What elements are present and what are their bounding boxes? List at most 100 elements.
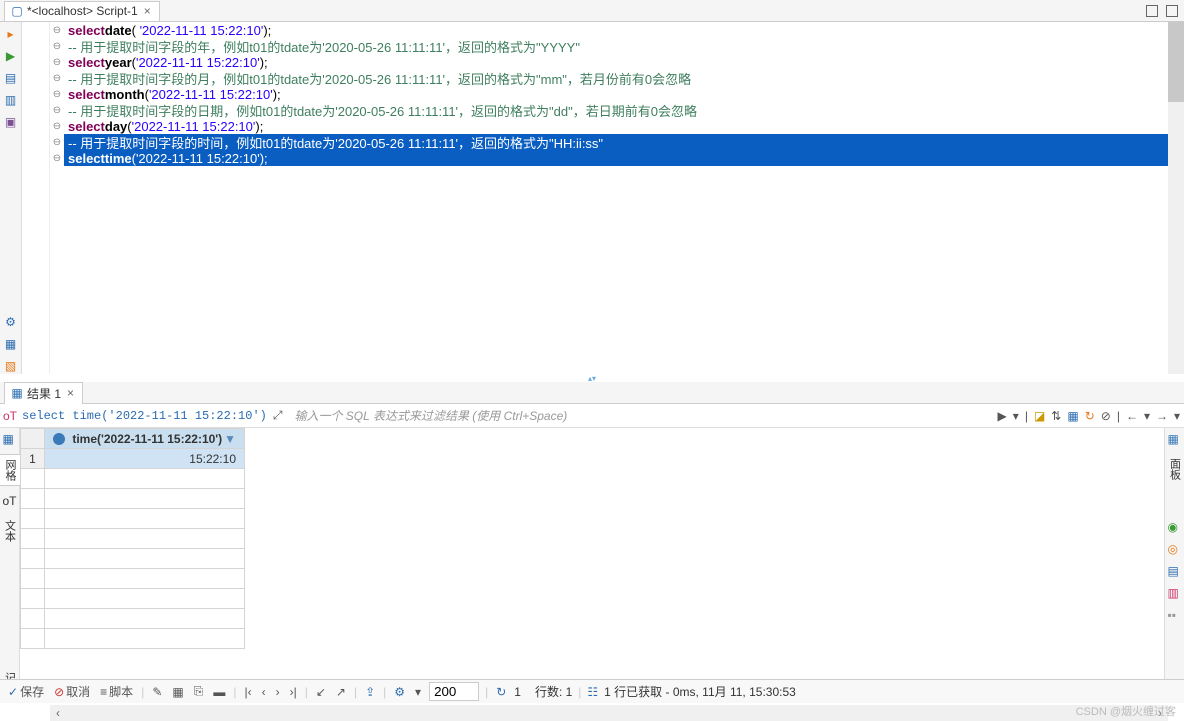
- plan-icon[interactable]: ▥: [3, 92, 19, 108]
- link-icon[interactable]: ▦: [3, 336, 19, 352]
- status-bar: ✓保存 ⊘取消 ≡脚本 | ✎ ▦ ⎘ ▬ | |‹ ‹ › ›| | ↙ ↗ …: [0, 679, 1184, 703]
- window-controls: [1146, 5, 1184, 17]
- text-vtab[interactable]: 文本: [0, 516, 20, 546]
- cancel-button[interactable]: ⊘取消: [52, 683, 92, 700]
- copy-icon[interactable]: ⎘: [192, 684, 206, 699]
- sash-handle[interactable]: ▴▾: [0, 374, 1184, 382]
- results-body: ▦ 网格 oT 文本 记录 time('2022-11-11 15:22:10'…: [0, 428, 1184, 698]
- minimize-icon[interactable]: [1146, 5, 1158, 17]
- next-page-icon[interactable]: ›: [274, 685, 282, 699]
- fold-marker[interactable]: ⊖: [50, 86, 64, 102]
- tab-title: *<localhost> Script-1: [27, 4, 138, 18]
- forward-icon[interactable]: →: [1156, 409, 1168, 423]
- settings-icon[interactable]: ⚙: [392, 685, 407, 699]
- watermark: CSDN @烟火缠过客: [1076, 703, 1176, 719]
- data-cell[interactable]: 15:22:10: [45, 449, 245, 469]
- left-vertical-tabs: ▦ 网格 oT 文本 记录: [0, 428, 20, 698]
- panels-icon[interactable]: ▦: [1168, 432, 1182, 446]
- info-icon: ☷: [587, 685, 598, 699]
- filter-toggle-icon[interactable]: ◪: [1034, 409, 1045, 423]
- commit-icon[interactable]: ▣: [3, 114, 19, 130]
- dropdown-icon[interactable]: ▾: [1013, 409, 1019, 423]
- fold-marker[interactable]: ⊖: [50, 134, 64, 150]
- save-button[interactable]: ✓保存: [6, 683, 46, 700]
- grid-icon[interactable]: ▦: [170, 685, 185, 699]
- page-size-input[interactable]: [429, 682, 479, 701]
- close-icon[interactable]: ×: [142, 4, 153, 18]
- dropdown-icon[interactable]: ▾: [1144, 409, 1150, 423]
- right-vertical-tabs: ▦ 面板 ◉ ◎ ▤ ▥ ▪▪: [1164, 428, 1184, 698]
- line-gutter: [22, 22, 50, 374]
- sql-icon: oT: [4, 410, 16, 422]
- refresh-icon[interactable]: ↻: [494, 685, 508, 699]
- results-grid[interactable]: time('2022-11-11 15:22:10') ▼ 1 15:22:10: [20, 428, 1164, 698]
- edit-icon[interactable]: ✎: [150, 685, 164, 699]
- execute-script-icon[interactable]: ▶: [3, 48, 19, 64]
- scroll-left-icon[interactable]: ‹: [50, 706, 66, 720]
- panels-vtab[interactable]: 面板: [1165, 454, 1184, 484]
- refresh-icon[interactable]: ↻: [1085, 409, 1095, 423]
- fold-marker[interactable]: ⊖: [50, 118, 64, 134]
- pin-icon[interactable]: ⊘: [1101, 409, 1111, 423]
- text-view-icon[interactable]: oT: [3, 494, 17, 508]
- grid-vtab[interactable]: 网格: [0, 454, 20, 486]
- fold-marker[interactable]: ⊖: [50, 150, 64, 166]
- db-icon[interactable]: ▧: [3, 358, 19, 374]
- grid-icon: ▦: [11, 387, 23, 399]
- execute-icon[interactable]: ▸: [3, 26, 19, 42]
- rows-label: 行数: 1: [535, 683, 572, 700]
- nav1-icon[interactable]: ↙: [314, 685, 328, 699]
- first-page-icon[interactable]: |‹: [242, 685, 253, 699]
- fold-marker[interactable]: ⊖: [50, 54, 64, 70]
- row-number[interactable]: 1: [21, 449, 45, 469]
- play-icon[interactable]: ▶: [998, 409, 1007, 423]
- results-tab-bar: ▦ 结果 1 ×: [0, 382, 1184, 404]
- fold-marker[interactable]: ⊖: [50, 38, 64, 54]
- filter-icon[interactable]: ▼: [224, 432, 236, 446]
- nav2-icon[interactable]: ↗: [334, 685, 348, 699]
- panel4-icon[interactable]: ▥: [1168, 586, 1182, 600]
- fold-marker[interactable]: ⊖: [50, 22, 64, 38]
- dropdown-icon[interactable]: ▾: [1174, 409, 1180, 423]
- export-icon[interactable]: ⇪: [363, 685, 377, 699]
- explain-icon[interactable]: ▤: [3, 70, 19, 86]
- grid-view-icon[interactable]: ▦: [3, 432, 17, 446]
- fold-marker[interactable]: ⊖: [50, 70, 64, 86]
- fetch-status: 1 行已获取 - 0ms, 11月 11, 15:30:53: [604, 683, 796, 700]
- executed-sql: select time('2022-11-11 15:22:10'): [22, 409, 267, 423]
- results-toolbar: oT select time('2022-11-11 15:22:10') ⤢ …: [0, 404, 1184, 428]
- script-button[interactable]: ≡脚本: [98, 683, 135, 700]
- editor-tab-bar: ▢ *<localhost> Script-1 ×: [0, 0, 1184, 22]
- filter-input[interactable]: 输入一个 SQL 表达式来过滤结果 (使用 Ctrl+Space): [288, 407, 991, 424]
- vertical-scrollbar[interactable]: [1168, 22, 1184, 374]
- left-toolbar: ▸ ▶ ▤ ▥ ▣ ⚙ ▦ ▧: [0, 22, 22, 374]
- panel3-icon[interactable]: ▤: [1168, 564, 1182, 578]
- sql-file-icon: ▢: [11, 5, 23, 17]
- columns-icon[interactable]: ▦: [1067, 409, 1078, 423]
- settings-icon[interactable]: ⚙: [3, 314, 19, 330]
- sort-icon[interactable]: ⇅: [1051, 409, 1061, 423]
- page-number: 1: [514, 685, 521, 699]
- delete-icon[interactable]: ▬: [211, 685, 227, 699]
- script-tab[interactable]: ▢ *<localhost> Script-1 ×: [4, 1, 160, 21]
- editor-area: ▸ ▶ ▤ ▥ ▣ ⚙ ▦ ▧ ⊖ ⊖ ⊖ ⊖ ⊖ ⊖ ⊖ ⊖ ⊖ select…: [0, 22, 1184, 374]
- horizontal-scrollbar[interactable]: ‹ ›: [50, 705, 1168, 721]
- clock-icon: [53, 433, 65, 445]
- column-header[interactable]: time('2022-11-11 15:22:10') ▼: [45, 429, 245, 449]
- results-tab-label: 结果 1: [27, 385, 61, 402]
- panel2-icon[interactable]: ◎: [1168, 542, 1182, 556]
- expand-icon[interactable]: ⤢: [273, 408, 283, 423]
- maximize-icon[interactable]: [1166, 5, 1178, 17]
- fold-gutter: ⊖ ⊖ ⊖ ⊖ ⊖ ⊖ ⊖ ⊖ ⊖: [50, 22, 64, 374]
- grid-corner[interactable]: [21, 429, 45, 449]
- close-icon[interactable]: ×: [65, 386, 76, 400]
- last-page-icon[interactable]: ›|: [288, 685, 299, 699]
- back-icon[interactable]: ←: [1126, 409, 1138, 423]
- panel5-icon[interactable]: ▪▪: [1168, 608, 1182, 622]
- results-tab[interactable]: ▦ 结果 1 ×: [4, 382, 83, 404]
- prev-page-icon[interactable]: ‹: [260, 685, 268, 699]
- panel1-icon[interactable]: ◉: [1168, 520, 1182, 534]
- code-editor[interactable]: select date( '2022-11-11 15:22:10' ); --…: [64, 22, 1184, 374]
- fold-marker[interactable]: ⊖: [50, 102, 64, 118]
- dropdown-icon[interactable]: ▾: [413, 685, 423, 699]
